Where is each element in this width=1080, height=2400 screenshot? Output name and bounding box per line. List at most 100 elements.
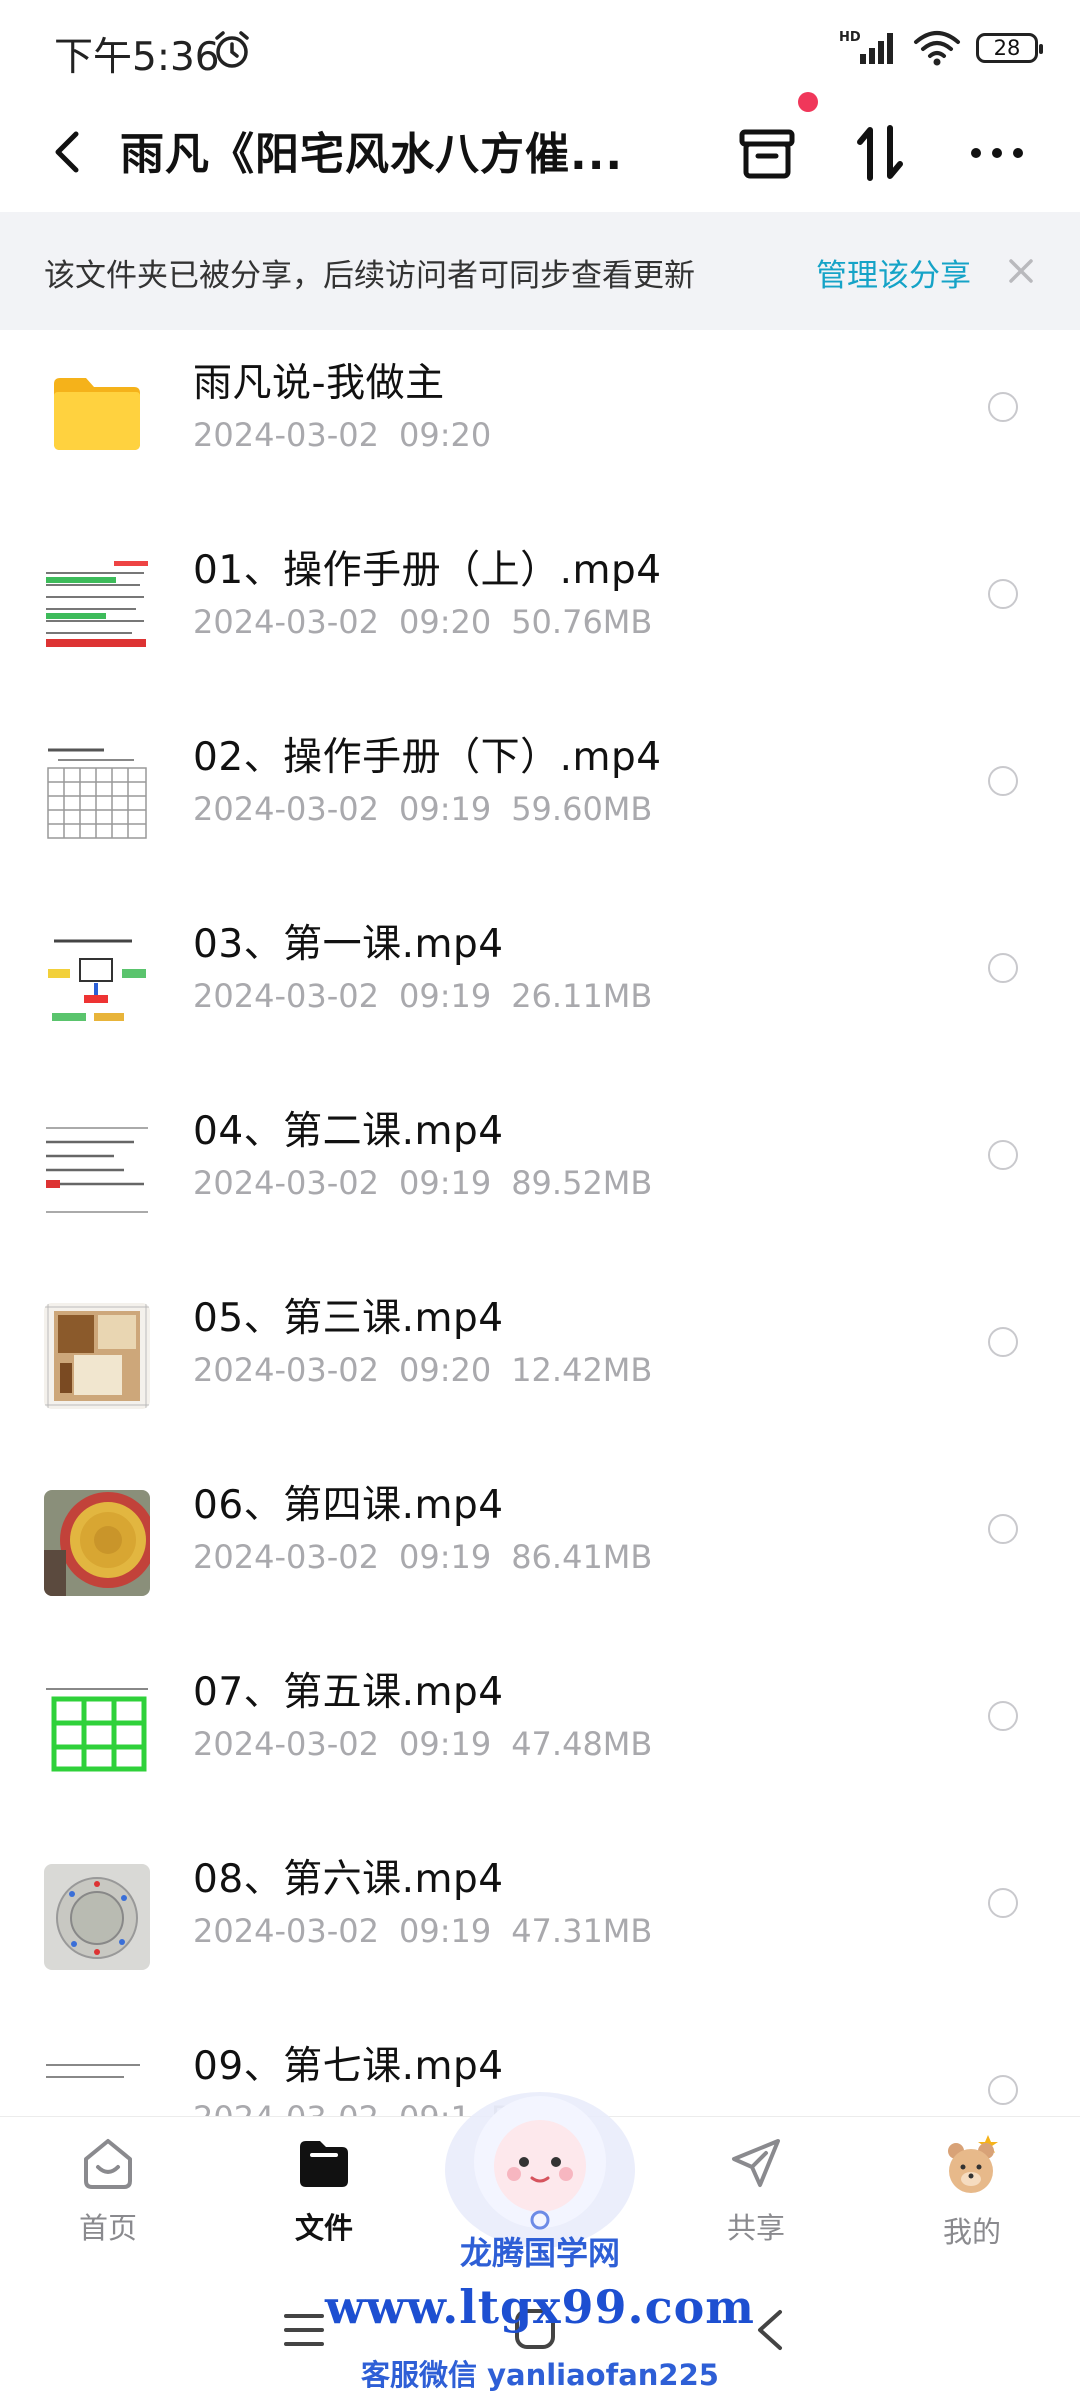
video-thumbnail [44, 555, 150, 661]
file-meta: 2024-03-02 09:20 [193, 416, 491, 454]
file-size: 86.41MB [511, 1538, 653, 1576]
select-radio[interactable] [988, 1140, 1018, 1170]
list-item[interactable]: 雨凡说-我做主 2024-03-02 09:20 [0, 330, 1080, 517]
battery-level: 28 [993, 36, 1021, 60]
file-size: 59.60MB [511, 790, 653, 828]
folder-icon [54, 378, 140, 450]
file-date: 2024-03-02 [193, 603, 379, 641]
status-indicators: HD 28 [838, 28, 1043, 68]
list-item[interactable]: 06、第四课.mp4 2024-03-02 09:19 86.41MB [0, 1452, 1080, 1639]
file-size: 26.11MB [511, 977, 653, 1015]
select-radio[interactable] [988, 1327, 1018, 1357]
file-meta: 2024-03-02 09:19 47.31MB [193, 1912, 652, 1950]
video-thumbnail [44, 1116, 150, 1222]
notification-dot [798, 92, 818, 112]
share-notice-text: 该文件夹已被分享，后续访问者可同步查看更新 [44, 258, 695, 294]
file-meta: 2024-03-02 09:19 47.48MB [193, 1725, 652, 1763]
video-thumbnail [44, 742, 150, 848]
file-name: 01、操作手册（上）.mp4 [193, 548, 662, 593]
file-meta: 2024-03-02 09:20 12.42MB [193, 1351, 652, 1389]
list-item[interactable]: 08、第六课.mp4 2024-03-02 09:19 47.31MB [0, 1826, 1080, 2013]
select-radio[interactable] [988, 1701, 1018, 1731]
select-radio[interactable] [988, 1888, 1018, 1918]
file-time: 09:19 [398, 1725, 492, 1763]
network-label: HD [839, 30, 861, 45]
page-title: 雨凡《阳宅风水八方催... [120, 129, 624, 180]
file-time: 09:19 [398, 977, 492, 1015]
watermark-contact: 客服微信 yanliaofan225 [361, 2358, 719, 2392]
file-name: 05、第三课.mp4 [193, 1296, 504, 1341]
file-list: 雨凡说-我做主 2024-03-02 09:20 01、操作手册（上）.mp4 2… [0, 330, 1080, 2116]
files-icon [300, 2141, 348, 2187]
file-name: 02、操作手册（下）.mp4 [193, 735, 662, 780]
file-size: 47.48MB [511, 1725, 653, 1763]
alarm-icon [215, 31, 249, 68]
file-meta: 2024-03-02 09:19 89.52MB [193, 1164, 652, 1202]
manage-share-link[interactable]: 管理该分享 [816, 250, 971, 295]
status-time: 下午5:36 [54, 35, 220, 80]
file-date: 2024-03-02 [193, 1538, 379, 1576]
file-time: 09:20 [398, 416, 492, 454]
select-radio[interactable] [988, 392, 1018, 422]
file-date: 2024-03-02 [193, 977, 379, 1015]
list-item[interactable]: 02、操作手册（下）.mp4 2024-03-02 09:19 59.60MB [0, 704, 1080, 891]
video-thumbnail [44, 1864, 150, 1970]
share-banner: 该文件夹已被分享，后续访问者可同步查看更新 管理该分享 [0, 212, 1080, 330]
file-date: 2024-03-02 [193, 790, 379, 828]
video-thumbnail [44, 1490, 150, 1596]
file-name: 07、第五课.mp4 [193, 1670, 504, 1715]
title-bar: 雨凡《阳宅风水八方催... [0, 92, 1080, 212]
video-thumbnail [44, 1303, 150, 1409]
file-date: 2024-03-02 [193, 1725, 379, 1763]
file-size: 12.42MB [511, 1351, 653, 1389]
file-time: 09:20 [398, 603, 492, 641]
file-time: 09:19 [398, 790, 492, 828]
list-item[interactable]: 07、第五课.mp4 2024-03-02 09:19 47.48MB [0, 1639, 1080, 1826]
file-meta: 2024-03-02 09:19 86.41MB [193, 1538, 652, 1576]
watermark-url: www.ltgx99.com [325, 2280, 755, 2334]
file-size: 89.52MB [511, 1164, 653, 1202]
watermark-site-name: 龙腾国学网 [459, 2234, 620, 2272]
video-thumbnail [44, 2051, 150, 2116]
select-radio[interactable] [988, 1514, 1018, 1544]
file-date: 2024-03-02 [193, 416, 379, 454]
close-icon[interactable] [1006, 256, 1036, 286]
list-item[interactable]: 05、第三课.mp4 2024-03-02 09:20 12.42MB [0, 1265, 1080, 1452]
file-meta: 2024-03-02 09:19 59.60MB [193, 790, 652, 828]
bear-avatar-icon [948, 2135, 998, 2193]
file-name: 03、第一课.mp4 [193, 922, 504, 967]
file-time: 09:20 [398, 1351, 492, 1389]
select-radio[interactable] [988, 766, 1018, 796]
file-name: 08、第六课.mp4 [193, 1857, 504, 1902]
file-date: 2024-03-02 [193, 1351, 379, 1389]
select-radio[interactable] [988, 579, 1018, 609]
file-name: 雨凡说-我做主 [193, 361, 445, 406]
file-name: 04、第二课.mp4 [193, 1109, 504, 1154]
list-item[interactable]: 04、第二课.mp4 2024-03-02 09:19 89.52MB [0, 1078, 1080, 1265]
file-time: 09:19 [398, 1164, 492, 1202]
archive-icon[interactable] [732, 118, 802, 188]
list-item[interactable]: 01、操作手册（上）.mp4 2024-03-02 09:20 50.76MB [0, 517, 1080, 704]
file-date: 2024-03-02 [193, 2099, 379, 2116]
wifi-icon [914, 31, 960, 66]
file-size: 50.76MB [511, 603, 653, 641]
back-icon[interactable] [40, 120, 90, 184]
battery-indicator: 28 [976, 33, 1043, 63]
list-item[interactable]: 03、第一课.mp4 2024-03-02 09:19 26.11MB [0, 891, 1080, 1078]
select-radio[interactable] [988, 953, 1018, 983]
select-radio[interactable] [988, 2075, 1018, 2105]
file-time: 09:19 [398, 1912, 492, 1950]
file-time: 09:19 [398, 1538, 492, 1576]
file-meta: 2024-03-02 09:19 26.11MB [193, 977, 652, 1015]
more-icon[interactable] [962, 118, 1032, 188]
file-date: 2024-03-02 [193, 1164, 379, 1202]
file-name: 06、第四课.mp4 [193, 1483, 504, 1528]
status-bar: 下午5:36 HD 28 [0, 0, 1080, 100]
video-thumbnail [44, 929, 150, 1035]
file-date: 2024-03-02 [193, 1912, 379, 1950]
file-meta: 2024-03-02 09:20 50.76MB [193, 603, 652, 641]
signal-icon: HD [839, 30, 893, 64]
sort-icon[interactable] [846, 118, 916, 188]
send-icon [732, 2139, 780, 2187]
file-size: 47.31MB [511, 1912, 653, 1950]
